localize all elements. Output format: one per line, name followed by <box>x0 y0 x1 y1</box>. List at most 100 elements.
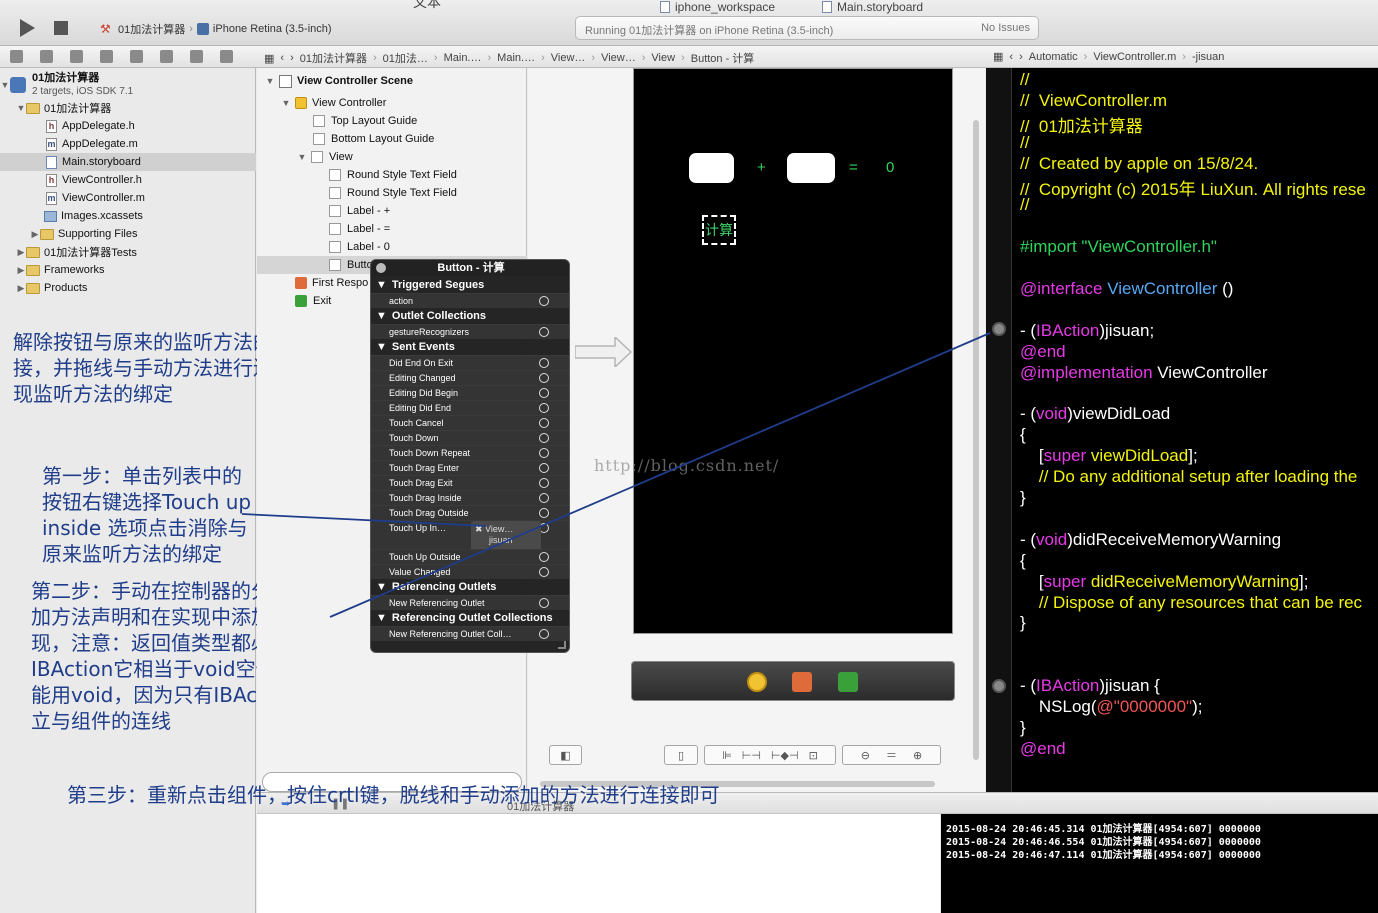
connection-circle-icon[interactable] <box>539 598 549 608</box>
disclosure-icon[interactable]: ▼ <box>376 581 387 593</box>
popup-row[interactable]: Did End On Exit <box>371 355 569 370</box>
section-referencing-outlets[interactable]: ▼ Referencing Outlets <box>371 579 569 594</box>
issues-text[interactable]: No Issues <box>981 22 1030 34</box>
jump-item-file[interactable]: ViewController.m <box>1093 51 1176 63</box>
popup-row[interactable]: Editing Did Begin <box>371 385 569 400</box>
nav-item-group[interactable]: ▼ 01加法计算器 <box>0 99 256 117</box>
nav-item-file[interactable]: h ViewController.h <box>0 171 256 189</box>
popup-row[interactable]: New Referencing Outlet Coll… <box>371 626 569 641</box>
nav-item-file[interactable]: Images.xcassets <box>0 207 256 225</box>
canvas-vertical-scrollbar[interactable] <box>973 120 979 760</box>
search-nav-icon[interactable] <box>70 50 83 63</box>
popup-row[interactable]: Touch Cancel <box>371 415 569 430</box>
nav-item-group[interactable]: ▶ Supporting Files <box>0 225 256 243</box>
popup-row[interactable]: Editing Did End <box>371 400 569 415</box>
outline-view[interactable]: ▼ View <box>257 148 527 166</box>
connection-circle-icon[interactable] <box>539 552 549 562</box>
back-icon[interactable]: ‹ <box>280 52 284 64</box>
outline-text-field-1[interactable]: Round Style Text Field <box>257 166 527 184</box>
outline-label-zero[interactable]: Label - 0 <box>257 238 527 256</box>
first-responder-icon[interactable] <box>792 672 812 692</box>
jump-item[interactable]: Main.… <box>444 52 482 64</box>
outline-label-plus[interactable]: Label - + <box>257 202 527 220</box>
label-equals[interactable]: = <box>849 159 858 176</box>
popup-row[interactable]: Value Changed <box>371 564 569 579</box>
variables-view[interactable] <box>257 814 940 913</box>
form-factor-icon[interactable]: ▯ <box>664 745 698 765</box>
disclosure-icon[interactable]: ▶ <box>16 247 26 258</box>
nav-item-file[interactable]: m AppDelegate.m <box>0 135 256 153</box>
jump-item-method[interactable]: -jisuan <box>1192 51 1224 63</box>
popup-row[interactable]: Touch Drag Outside <box>371 505 569 520</box>
outline-text-field-2[interactable]: Round Style Text Field <box>257 184 527 202</box>
jump-item[interactable]: Main.… <box>497 52 535 64</box>
stop-icon[interactable] <box>54 21 68 35</box>
nav-item-group[interactable]: ▶ 01加法计算器Tests <box>0 243 256 261</box>
disclosure-icon[interactable]: ▼ <box>265 76 275 86</box>
popup-row[interactable]: Touch Drag Exit <box>371 475 569 490</box>
jump-item[interactable]: View… <box>601 52 636 64</box>
popup-row[interactable]: Editing Changed <box>371 370 569 385</box>
popup-row[interactable]: Touch Drag Inside <box>371 490 569 505</box>
connection-circle-icon[interactable] <box>539 629 549 639</box>
folder-nav-icon[interactable] <box>10 50 23 63</box>
nav-item-group[interactable]: ▶ Frameworks <box>0 261 256 279</box>
disclosure-icon[interactable]: ▼ <box>376 612 387 624</box>
forward-icon[interactable]: › <box>1019 51 1023 63</box>
nav-item-group[interactable]: ▶ Products <box>0 279 256 297</box>
section-outlet-collections[interactable]: ▼ Outlet Collections <box>371 308 569 323</box>
zoom-controls[interactable]: ⊖ ＝ ⊕ <box>842 745 941 765</box>
outline-label-equals[interactable]: Label - = <box>257 220 527 238</box>
symbol-nav-icon[interactable] <box>40 50 53 63</box>
related-items-icon[interactable]: ▦ <box>264 52 274 65</box>
exit-icon[interactable] <box>838 672 858 692</box>
label-plus[interactable]: + <box>757 159 766 176</box>
outline-scene[interactable]: ▼ View Controller Scene <box>257 72 527 90</box>
popup-row[interactable]: New Referencing Outlet <box>371 595 569 610</box>
connection-circle-icon[interactable] <box>539 358 549 368</box>
disclosure-icon[interactable]: ▼ <box>281 98 291 108</box>
jump-item[interactable]: 01加法… <box>383 50 428 66</box>
disclosure-icon[interactable]: ▼ <box>376 341 387 353</box>
connection-circle-icon[interactable] <box>539 373 549 383</box>
disclosure-icon[interactable]: ▼ <box>297 152 307 162</box>
section-referencing-outlet-collections[interactable]: ▼ Referencing Outlet Collections <box>371 610 569 625</box>
nav-item-file-selected[interactable]: Main.storyboard <box>0 153 256 171</box>
disclosure-icon[interactable]: ▶ <box>16 283 26 294</box>
disclosure-icon[interactable]: ▼ <box>16 103 26 113</box>
connection-circle-icon[interactable] <box>539 403 549 413</box>
debug-nav-icon[interactable] <box>160 50 173 63</box>
connection-circle-icon[interactable] <box>539 433 549 443</box>
outline-top-guide[interactable]: Top Layout Guide <box>257 112 527 130</box>
resize-handle-icon[interactable] <box>558 641 566 649</box>
jump-item[interactable]: 01加法计算器 <box>300 50 367 66</box>
issue-nav-icon[interactable] <box>100 50 113 63</box>
forward-icon[interactable]: › <box>290 52 294 64</box>
disclosure-icon[interactable]: ▶ <box>16 265 26 276</box>
jump-item-automatic[interactable]: Automatic <box>1029 51 1078 63</box>
disclosure-icon[interactable]: ▼ <box>376 310 387 322</box>
connection-indicator-icon[interactable] <box>992 322 1006 336</box>
outline-view-controller[interactable]: ▼ View Controller <box>257 94 527 112</box>
connection-circle-icon[interactable] <box>539 327 549 337</box>
tab-workspace[interactable]: iphone_workspace <box>660 0 775 14</box>
popup-row[interactable]: gestureRecognizers <box>371 324 569 339</box>
connection-indicator-icon[interactable] <box>992 679 1006 693</box>
label-result[interactable]: 0 <box>886 159 894 176</box>
text-field-2[interactable] <box>787 153 835 183</box>
log-nav-icon[interactable] <box>220 50 233 63</box>
connection-circle-icon[interactable] <box>539 388 549 398</box>
outline-bottom-guide[interactable]: Bottom Layout Guide <box>257 130 527 148</box>
console-output[interactable]: 2015-08-24 20:46:45.314 01加法计算器[4954:607… <box>941 814 1378 913</box>
section-triggered-segues[interactable]: ▼ Triggered Segues <box>371 277 569 292</box>
connection-circle-icon[interactable] <box>539 418 549 428</box>
view-controller-icon[interactable] <box>747 672 767 692</box>
nav-item-file[interactable]: m ViewController.m <box>0 189 256 207</box>
run-icon[interactable] <box>20 19 35 37</box>
popup-row[interactable]: action <box>371 293 569 308</box>
back-icon[interactable]: ‹ <box>1009 51 1013 63</box>
popup-row[interactable]: Touch Up Outside <box>371 549 569 564</box>
disclosure-icon[interactable]: ▶ <box>30 229 40 240</box>
align-controls[interactable]: ⊫ ⊢⊣ ⊢◆⊣ ⊡ <box>704 745 836 765</box>
related-items-icon[interactable]: ▦ <box>993 50 1003 63</box>
